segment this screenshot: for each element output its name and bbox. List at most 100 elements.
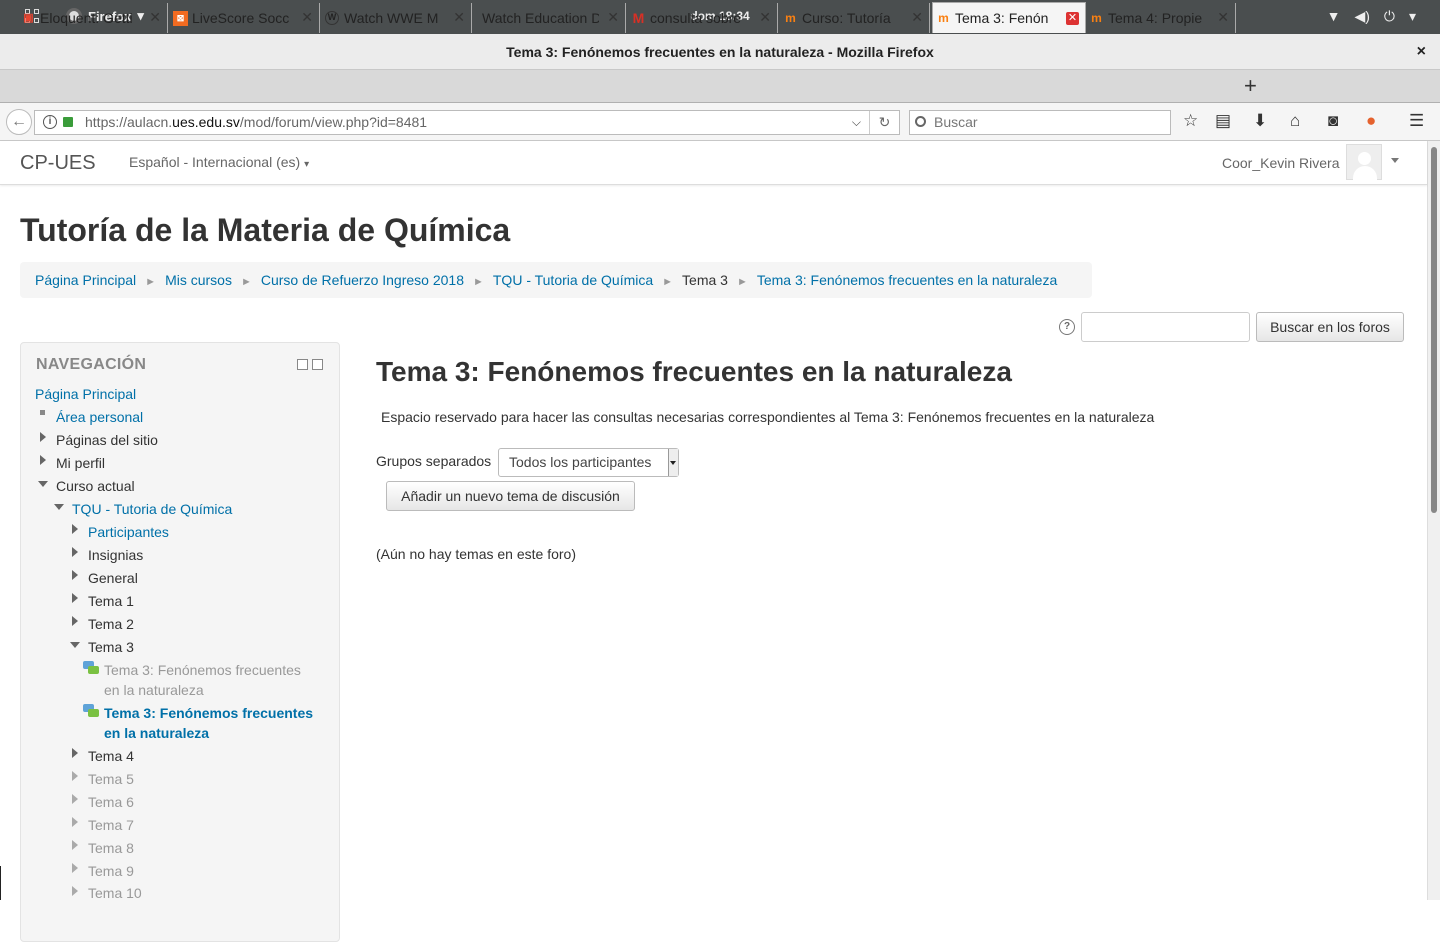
new-tab-button[interactable]: + <box>1244 75 1257 97</box>
nav-personal-area[interactable]: Área personal <box>56 407 143 427</box>
home-icon[interactable]: ⌂ <box>1290 111 1300 131</box>
hamburger-menu-icon[interactable]: ☰ <box>1409 111 1424 131</box>
tab-label: Watch WWE M <box>344 10 439 26</box>
nav-tema-2[interactable]: Tema 2 <box>88 614 134 634</box>
bookmark-star-icon[interactable]: ☆ <box>1183 111 1198 131</box>
url-domain: ues.edu.sv <box>172 114 240 130</box>
close-tab-icon[interactable]: ✕ <box>1066 12 1079 25</box>
breadcrumb-course-category[interactable]: Curso de Refuerzo Ingreso 2018 <box>261 272 464 288</box>
nav-tema-10[interactable]: Tema 10 <box>88 883 142 903</box>
tab-1[interactable]: ▣ Eloquent: Getti ✕ <box>18 3 168 33</box>
nav-tema-1[interactable]: Tema 1 <box>88 591 134 611</box>
chevron-down-icon[interactable]: ▾ <box>1409 8 1416 25</box>
add-discussion-button[interactable]: Añadir un nuevo tema de discusión <box>386 481 635 511</box>
system-tray[interactable]: ▼ ◀) ⏻ ▾ <box>1327 8 1416 25</box>
close-tab-icon[interactable]: ✕ <box>911 9 923 26</box>
user-menu-caret-icon[interactable] <box>1391 158 1399 163</box>
nav-badges[interactable]: Insignias <box>88 545 143 565</box>
tab-3[interactable]: W Watch WWE M ✕ <box>322 3 472 33</box>
forum-icon <box>83 661 99 675</box>
close-tab-icon[interactable]: ✕ <box>301 9 313 26</box>
nav-tema-4[interactable]: Tema 4 <box>88 746 134 766</box>
nav-tema-8[interactable]: Tema 8 <box>88 838 134 858</box>
collapse-arrow-icon[interactable] <box>70 642 80 648</box>
expand-arrow-icon[interactable] <box>72 886 78 896</box>
close-tab-icon[interactable]: ✕ <box>607 9 619 26</box>
expand-arrow-icon[interactable] <box>40 432 46 442</box>
expand-arrow-icon[interactable] <box>72 524 78 534</box>
nav-tema-5[interactable]: Tema 5 <box>88 769 134 789</box>
avatar[interactable] <box>1346 144 1382 180</box>
tab-8[interactable]: m Tema 4: Propie ✕ <box>1086 3 1236 33</box>
download-icon[interactable]: ⬇ <box>1253 111 1267 131</box>
nav-site-pages[interactable]: Páginas del sitio <box>56 430 158 450</box>
scrollbar-thumb[interactable] <box>1431 147 1437 513</box>
navigation-heading: NAVEGACIÓN <box>36 356 147 373</box>
collapse-arrow-icon[interactable] <box>54 504 64 510</box>
duckduckgo-icon[interactable]: ● <box>1366 111 1376 131</box>
pocket-icon[interactable]: ◙ <box>1328 111 1338 131</box>
search-bar[interactable]: Buscar <box>909 110 1171 135</box>
tab-strip <box>0 70 1440 103</box>
nav-participants[interactable]: Participantes <box>88 522 169 542</box>
power-icon[interactable]: ⏻ <box>1384 8 1395 25</box>
nav-current-course[interactable]: Curso actual <box>56 476 135 496</box>
expand-arrow-icon[interactable] <box>72 771 78 781</box>
expand-arrow-icon[interactable] <box>72 570 78 580</box>
breadcrumb-home[interactable]: Página Principal <box>35 272 136 288</box>
expand-arrow-icon[interactable] <box>72 794 78 804</box>
breadcrumb-my-courses[interactable]: Mis cursos <box>165 272 232 288</box>
forum-search-input[interactable] <box>1081 312 1250 342</box>
reading-list-icon[interactable]: ▤ <box>1215 111 1231 131</box>
close-tab-icon[interactable]: ✕ <box>453 9 465 26</box>
expand-arrow-icon[interactable] <box>72 863 78 873</box>
caret-down-icon: ▾ <box>304 159 310 170</box>
tab-6[interactable]: m Curso: Tutoría ✕ <box>780 3 930 33</box>
help-icon[interactable]: ? <box>1059 319 1075 335</box>
dock-block-icon[interactable] <box>312 359 323 370</box>
scrollbar[interactable] <box>1427 141 1440 900</box>
close-tab-icon[interactable]: ✕ <box>1217 9 1229 26</box>
expand-arrow-icon[interactable] <box>72 616 78 626</box>
nav-tema-6[interactable]: Tema 6 <box>88 792 134 812</box>
groups-select[interactable]: Todos los participantes <box>498 448 679 477</box>
nav-home[interactable]: Página Principal <box>35 384 136 404</box>
tab-7-active[interactable]: m Tema 3: Fenón ✕ <box>932 2 1086 33</box>
info-icon[interactable]: i <box>43 115 57 129</box>
nav-general[interactable]: General <box>88 568 138 588</box>
tab-4[interactable]: Watch Education D ✕ <box>474 3 626 33</box>
nav-tema-3[interactable]: Tema 3 <box>88 637 134 657</box>
nav-course-tqu[interactable]: TQU - Tutoria de Química <box>72 499 232 519</box>
language-menu[interactable]: Español - Internacional (es) ▾ <box>129 154 309 170</box>
url-bar[interactable]: i https://aulacn.ues.edu.sv/mod/forum/vi… <box>34 110 900 135</box>
volume-icon[interactable]: ◀) <box>1354 8 1369 25</box>
nav-tema-9[interactable]: Tema 9 <box>88 861 134 881</box>
expand-arrow-icon[interactable] <box>72 840 78 850</box>
nav-tema-7[interactable]: Tema 7 <box>88 815 134 835</box>
tab-5[interactable]: M consulta sobre ✕ <box>628 3 778 33</box>
user-name[interactable]: Coor_Kevin Rivera <box>1222 155 1340 171</box>
close-tab-icon[interactable]: ✕ <box>759 9 771 26</box>
reload-icon[interactable]: ↻ <box>869 111 899 134</box>
breadcrumb-course[interactable]: TQU - Tutoria de Química <box>493 272 653 288</box>
collapse-block-icon[interactable] <box>297 359 308 370</box>
expand-arrow-icon[interactable] <box>72 748 78 758</box>
collapse-arrow-icon[interactable] <box>38 481 48 487</box>
expand-arrow-icon[interactable] <box>72 817 78 827</box>
nav-forum-tema-3-hidden[interactable]: Tema 3: Fenónemos frecuentes en la natura… <box>104 660 301 700</box>
expand-arrow-icon[interactable] <box>72 547 78 557</box>
nav-forum-tema-3-current[interactable]: Tema 3: Fenónemos frecuentes en la natura… <box>104 703 313 743</box>
expand-arrow-icon[interactable] <box>72 593 78 603</box>
close-tab-icon[interactable]: ✕ <box>149 9 161 26</box>
wifi-icon[interactable]: ▼ <box>1327 8 1341 25</box>
breadcrumb-forum[interactable]: Tema 3: Fenónemos frecuentes en la natur… <box>757 272 1057 288</box>
site-brand[interactable]: CP-UES <box>20 152 96 175</box>
back-button[interactable]: ← <box>6 109 32 135</box>
chevron-down-icon[interactable]: ⌵ <box>852 111 861 134</box>
nav-my-profile[interactable]: Mi perfil <box>56 453 105 473</box>
tab-2[interactable]: ⊠ LiveScore Socc ✕ <box>170 3 320 33</box>
close-window-button[interactable]: × <box>1417 34 1426 70</box>
forum-search-button[interactable]: Buscar en los foros <box>1256 312 1404 342</box>
moodle-icon: m <box>1091 11 1102 25</box>
expand-arrow-icon[interactable] <box>40 455 46 465</box>
